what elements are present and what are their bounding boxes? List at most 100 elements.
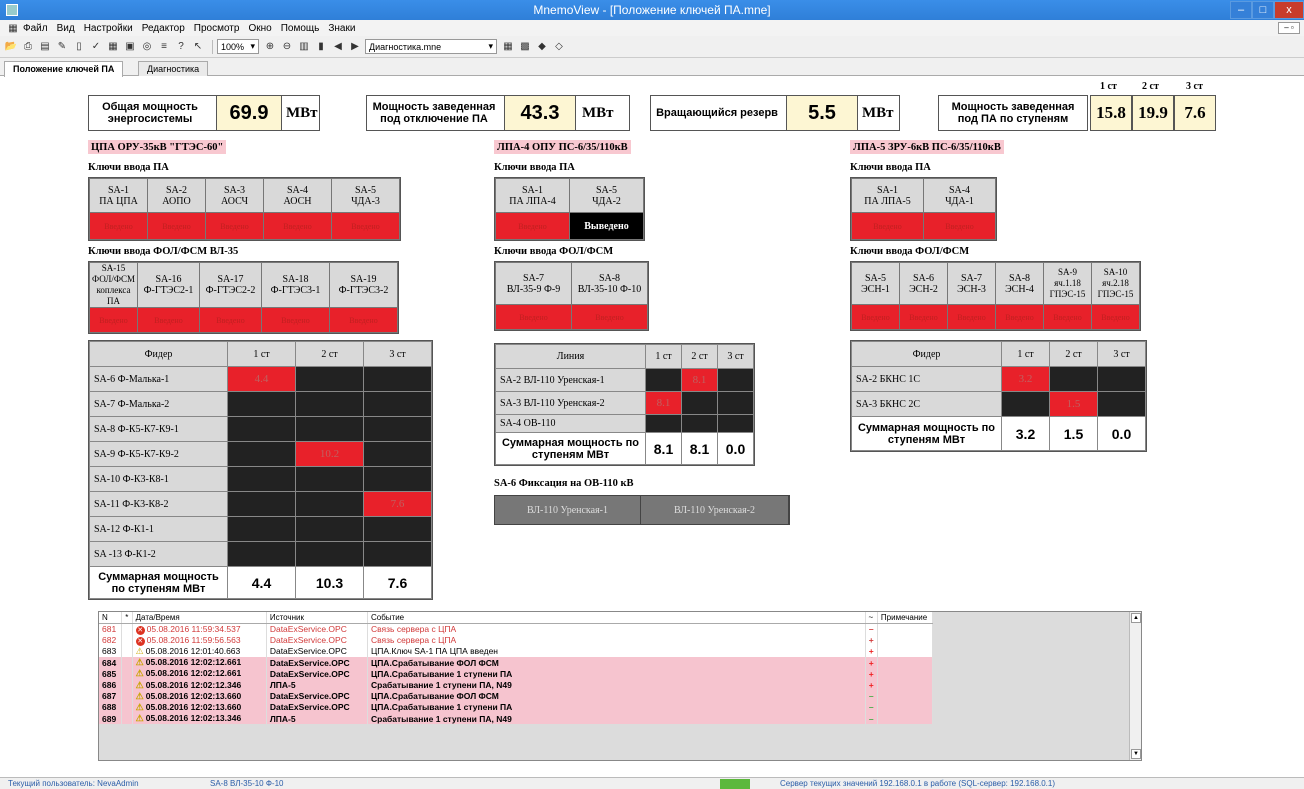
feeder-name: SA-8 Ф-К5-К7-К9-1 — [89, 416, 228, 442]
table-row[interactable]: SA -13 Ф-К1-2 — [89, 541, 432, 567]
log-row[interactable]: 681 ✕ 05.08.2016 11:59:34.537 DataExService… — [99, 623, 934, 635]
circle-icon[interactable]: ◎ — [140, 40, 154, 54]
file-icon[interactable]: ▯ — [72, 40, 86, 54]
fix-button-ural-2[interactable]: ВЛ-110 Уренская-2 — [641, 496, 789, 524]
log-col-flag[interactable]: * — [121, 612, 133, 624]
log-col-note[interactable]: Примечание — [877, 612, 934, 624]
nav-forward-icon[interactable]: ◇ — [552, 40, 566, 54]
minimize-button[interactable]: – — [1230, 1, 1252, 19]
cpa-fol-sa15[interactable]: SA-15 ФОЛ/ФСМ коплекса ПА — [89, 262, 138, 308]
zoom-select[interactable]: 100% ▾ — [217, 39, 259, 54]
menu-editor[interactable]: Редактор — [142, 23, 185, 34]
table-icon[interactable]: ▦ — [501, 40, 515, 54]
table-row[interactable]: SA-2 БКНС 1С 3.2 — [851, 366, 1146, 392]
log-col-datetime[interactable]: Дата/Время — [132, 612, 267, 624]
chart-icon[interactable]: ▥ — [297, 40, 311, 54]
lpa4-fol-sa8[interactable]: SA-8 ВЛ-35-10 Ф-10 — [571, 262, 648, 305]
preview-icon[interactable]: ▤ — [38, 40, 52, 54]
mdi-controls[interactable]: – ▫ — [1278, 22, 1300, 34]
grid-icon[interactable]: ▦ — [106, 40, 120, 54]
cpa-key-sa2[interactable]: SA-2 АОПО — [147, 178, 206, 213]
table-row[interactable]: SA-4 ОВ-110 — [495, 414, 754, 433]
close-button[interactable]: x — [1274, 1, 1304, 19]
cpa-fol-sa16[interactable]: SA-16 Ф-ГТЭС2-1 — [137, 262, 200, 308]
log-col-n[interactable]: N — [99, 612, 123, 624]
app-menu-icon[interactable]: ▦ — [6, 21, 20, 35]
lpa4-sum-3: 0.0 — [717, 432, 754, 465]
lpa5-fol-sa5[interactable]: SA-5 ЭСН-1 — [851, 262, 900, 305]
table-row[interactable]: SA-7 Ф-Малька-2 — [89, 391, 432, 417]
list-icon[interactable]: ≡ — [157, 40, 171, 54]
menu-help[interactable]: Помощь — [281, 23, 320, 34]
scroll-down-icon[interactable]: ▼ — [1131, 749, 1141, 759]
menu-preview[interactable]: Просмотр — [194, 23, 240, 34]
check-icon[interactable]: ✓ — [89, 40, 103, 54]
lpa5-key-sa1[interactable]: SA-1 ПА ЛПА-5 — [851, 178, 924, 213]
lpa5-fol-sa7[interactable]: SA-7 ЭСН-3 — [947, 262, 996, 305]
cpa-key-sa4[interactable]: SA-4 АОСН — [263, 178, 332, 213]
lpa5-key-sa4[interactable]: SA-4 ЧДА-1 — [923, 178, 996, 213]
whats-this-icon[interactable]: ↖ — [191, 40, 205, 54]
back-icon[interactable]: ◀ — [331, 40, 345, 54]
lpa4-fol-sa7[interactable]: SA-7 ВЛ-35-9 Ф-9 — [495, 262, 572, 305]
maximize-button[interactable]: □ — [1252, 1, 1274, 19]
cpa-fol-sa19[interactable]: SA-19 Ф-ГТЭС3-2 — [329, 262, 398, 308]
zoom-out-icon[interactable]: ⊖ — [280, 40, 294, 54]
error-icon: ✕ — [135, 636, 145, 646]
table-row[interactable]: SA-12 Ф-К1-1 — [89, 516, 432, 542]
menu-window[interactable]: Окно — [248, 23, 271, 34]
lpa4-key-sa5[interactable]: SA-5 ЧДА-2 — [569, 178, 644, 213]
log-row[interactable]: 682 ✕ 05.08.2016 11:59:56.563 DataExService… — [99, 634, 934, 646]
log-row[interactable]: 683 ⚠ 05.08.2016 12:01:40.663 DataExService… — [99, 645, 934, 658]
menu-file[interactable]: Файл — [23, 23, 48, 34]
log-col-change[interactable]: ~ — [865, 612, 878, 624]
log-scrollbar[interactable]: ▲ ▼ — [1129, 612, 1141, 760]
tab-key-positions[interactable]: Положение ключей ПА — [4, 61, 124, 77]
tab-diagnostics[interactable]: Диагностика — [138, 61, 209, 76]
cpa-key-sa3[interactable]: SA-3 АОСЧ — [205, 178, 264, 213]
log-row[interactable]: 686 ⚠ 05.08.2016 12:02:12.346 ЛПА-5 Срабатыв… — [99, 679, 934, 691]
lpa4-key-sa1[interactable]: SA-1 ПА ЛПА-4 — [495, 178, 570, 213]
cpa-fol-sa18[interactable]: SA-18 Ф-ГТЭС3-1 — [261, 262, 330, 308]
log-col-event[interactable]: Событие — [367, 612, 866, 624]
edit-icon[interactable]: ✎ — [55, 40, 69, 54]
lpa5-fol-sa10[interactable]: SA-10 яч.2.18 ГПЭС-15 — [1091, 262, 1140, 305]
log-col-source[interactable]: Источник — [266, 612, 368, 624]
table-row[interactable]: SA-6 Ф-Малька-1 4.4 — [89, 366, 432, 392]
nav-back-icon[interactable]: ◆ — [535, 40, 549, 54]
table-row[interactable]: SA-8 Ф-К5-К7-К9-1 — [89, 416, 432, 442]
menu-signs[interactable]: Знаки — [328, 23, 355, 34]
warning-icon: ⚠ — [135, 713, 144, 724]
scroll-up-icon[interactable]: ▲ — [1131, 613, 1141, 623]
forward-icon[interactable]: ▶ — [348, 40, 362, 54]
table-row[interactable]: SA-9 Ф-К5-К7-К9-2 10.2 — [89, 441, 432, 467]
cpa-key-sa1[interactable]: SA-1 ПА ЦПА — [89, 178, 148, 213]
lpa5-fol-sa8[interactable]: SA-8 ЭСН-4 — [995, 262, 1044, 305]
zoom-in-icon[interactable]: ⊕ — [263, 40, 277, 54]
cpa-fol-sa17[interactable]: SA-17 Ф-ГТЭС2-2 — [199, 262, 262, 308]
log-row[interactable]: 687 ⚠ 05.08.2016 12:02:13.660 DataExService… — [99, 690, 934, 702]
help-icon[interactable]: ? — [174, 40, 188, 54]
open-icon[interactable]: 📂 — [4, 40, 18, 54]
log-row[interactable]: 684 ⚠ 05.08.2016 12:02:12.661 DataExService… — [99, 657, 934, 669]
log-row[interactable]: 688 ⚠ 05.08.2016 12:02:13.660 DataExService… — [99, 701, 934, 713]
fix-button-ural-1[interactable]: ВЛ-110 Уренская-1 — [495, 496, 641, 524]
lpa5-fol-sa9[interactable]: SA-9 яч.1.18 ГПЭС-15 — [1043, 262, 1092, 305]
scheme-select[interactable]: Диагностика.mne ▾ — [365, 39, 497, 54]
table-row[interactable]: SA-3 ВЛ-110 Уренская-2 8.1 — [495, 391, 754, 415]
lpa5-fol-sa6[interactable]: SA-6 ЭСН-2 — [899, 262, 948, 305]
folder-icon[interactable]: ▩ — [518, 40, 532, 54]
table-row[interactable]: SA-11 Ф-К3-К8-2 7.6 — [89, 491, 432, 517]
lpa4-sum-2: 8.1 — [681, 432, 718, 465]
log-row[interactable]: 689 ⚠ 05.08.2016 12:02:13.346 ЛПА-5 Срабатыв… — [99, 713, 934, 725]
save-icon[interactable]: ▣ — [123, 40, 137, 54]
print-icon[interactable]: ⎙ — [21, 40, 35, 54]
table-row[interactable]: SA-2 ВЛ-110 Уренская-1 8.1 — [495, 368, 754, 392]
cpa-key-sa5[interactable]: SA-5 ЧДА-3 — [331, 178, 400, 213]
log-row[interactable]: 685 ⚠ 05.08.2016 12:02:12.661 DataExService… — [99, 668, 934, 680]
menu-view[interactable]: Вид — [57, 23, 75, 34]
bars-icon[interactable]: ▮ — [314, 40, 328, 54]
table-row[interactable]: SA-3 БКНС 2С 1.5 — [851, 391, 1146, 417]
menu-settings[interactable]: Настройки — [84, 23, 133, 34]
table-row[interactable]: SA-10 Ф-К3-К8-1 — [89, 466, 432, 492]
